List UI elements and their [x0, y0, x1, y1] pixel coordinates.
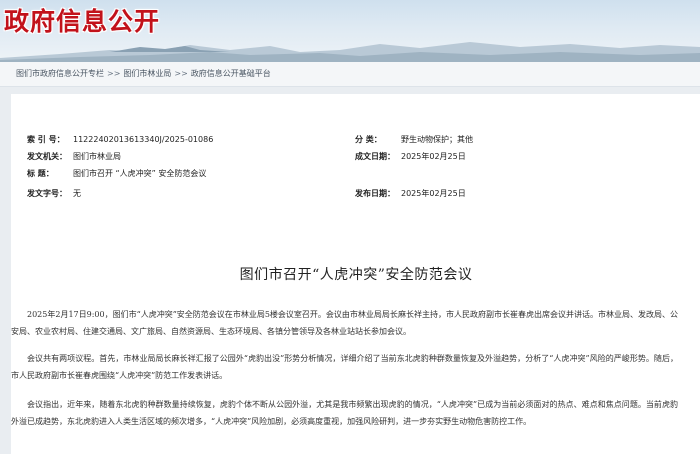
breadcrumb-link-platform[interactable]: 政府信息公开基础平台	[191, 69, 271, 78]
index-number-value: 11222402013613340J/2025-01086	[73, 135, 214, 144]
publisher-label: 发文机关：	[27, 152, 67, 161]
document-number-value: 无	[73, 189, 81, 198]
meta-row-title: 标 题： 图们市召开 “人虎冲突” 安全防范会议	[27, 167, 700, 181]
index-number-label: 索 引 号：	[27, 135, 65, 144]
created-date-value: 2025年02月25日	[401, 152, 466, 161]
published-date-label: 发布日期：	[355, 189, 395, 198]
breadcrumb-separator: >>	[107, 69, 121, 78]
meta-row-docno: 发文字号： 无 发布日期： 2025年02月25日	[27, 187, 700, 201]
meta-row-index: 索 引 号： 11222402013613340J/2025-01086 分 类…	[27, 133, 700, 147]
header-banner: 政府信息公开	[0, 0, 700, 62]
breadcrumb-link-forestry-bureau[interactable]: 图们市林业局	[123, 69, 171, 78]
created-date-label: 成文日期：	[355, 152, 395, 161]
published-date-value: 2025年02月25日	[401, 189, 466, 198]
site-title: 政府信息公开	[4, 7, 161, 36]
content-card: 索 引 号： 11222402013613340J/2025-01086 分 类…	[11, 94, 700, 454]
title-value: 图们市召开 “人虎冲突” 安全防范会议	[73, 169, 207, 178]
publisher-value: 图们市林业局	[73, 152, 121, 161]
article-title: 图们市召开“人虎冲突”安全防范会议	[239, 267, 473, 283]
meta-row-publisher: 发文机关： 图们市林业局 成文日期： 2025年02月25日	[27, 150, 700, 164]
breadcrumb: 图们市政府信息公开专栏 >> 图们市林业局 >> 政府信息公开基础平台	[0, 62, 700, 87]
article-paragraph: 会议共有两项议程。首先，市林业局局长麻长祥汇报了公园外“虎豹出没”形势分析情况，…	[11, 354, 678, 380]
category-value: 野生动物保护；其他	[401, 135, 473, 144]
breadcrumb-separator: >>	[174, 69, 188, 78]
article-paragraph: 会议指出，近年来，随着东北虎豹种群数量持续恢复，虎豹个体不断从公园外溢，尤其是我…	[11, 400, 678, 426]
category-label: 分 类：	[355, 135, 382, 144]
document-number-label: 发文字号：	[27, 189, 67, 198]
article-paragraph: 2025年2月17日9:00，图们市“人虎冲突”安全防范会议在市林业局5楼会议室…	[11, 310, 678, 336]
breadcrumb-link-government-info[interactable]: 图们市政府信息公开专栏	[16, 69, 104, 78]
title-label: 标 题：	[27, 169, 54, 178]
